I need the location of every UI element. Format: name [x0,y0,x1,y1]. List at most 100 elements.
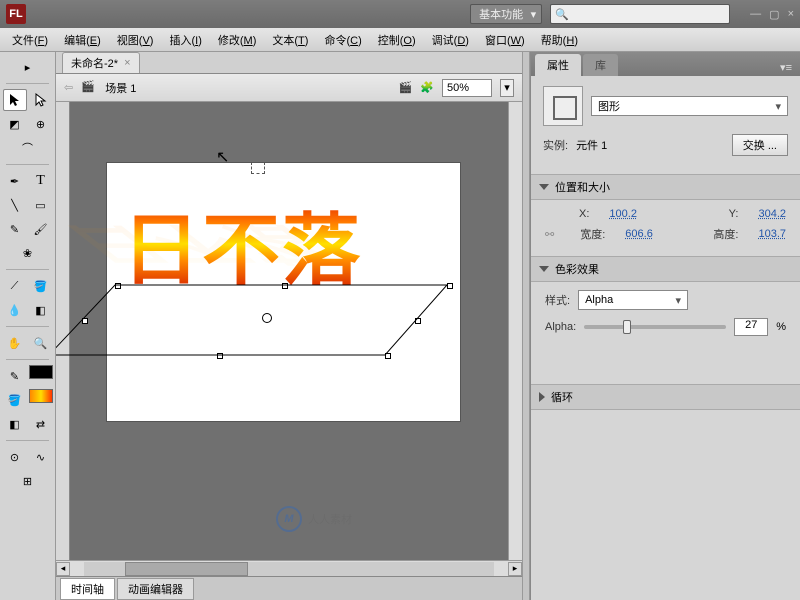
menu-w[interactable]: 窗口(W) [477,29,533,51]
menu-f[interactable]: 文件(F) [4,29,56,51]
y-value[interactable]: 304.2 [758,208,786,220]
x-label: X: [579,208,589,220]
selection-tool[interactable] [3,89,27,111]
menu-bar: 文件(F)编辑(E)视图(V)插入(I)修改(M)文本(T)命令(C)控制(O)… [0,28,800,52]
menu-c[interactable]: 命令(C) [316,29,369,51]
workspace-switcher[interactable]: 基本功能 [470,4,542,24]
transform-center[interactable] [262,313,272,323]
horizontal-scrollbar[interactable]: ◂ ▸ [56,560,522,576]
line-tool[interactable]: ╲ [3,194,27,216]
selection-handle[interactable] [115,283,121,289]
panel-menu-icon[interactable]: ▾≡ [776,59,796,76]
snap-tool[interactable]: ⊙ [3,446,27,468]
hand-tool[interactable]: ✋ [3,332,27,354]
selection-handle[interactable] [82,318,88,324]
selection-handle[interactable] [282,283,288,289]
symbol-type-select[interactable]: 图形 [591,96,788,116]
symbol-type-icon [543,86,583,126]
pen-tool[interactable]: ✒ [3,170,27,192]
back-icon[interactable]: ⇦ [64,81,73,94]
selection-handle[interactable] [447,283,453,289]
option-tool[interactable]: ⊞ [16,470,40,492]
stroke-color-swatch[interactable] [29,365,53,379]
workspace-label: 基本功能 [479,6,523,22]
deco-tool[interactable]: ❀ [16,242,40,264]
ruler-vertical [56,102,70,560]
close-button[interactable]: × [788,8,794,21]
x-value[interactable]: 100.2 [609,208,637,220]
width-value[interactable]: 606.6 [625,228,653,240]
selection-handle[interactable] [415,318,421,324]
close-tab-icon[interactable]: × [124,57,130,69]
collapse-icon[interactable]: ▸ [16,56,40,78]
tab-motion-editor[interactable]: 动画编辑器 [117,578,194,600]
minimize-button[interactable]: — [750,8,761,21]
selection-handle[interactable] [385,353,391,359]
section-color-effect[interactable]: 色彩效果 [531,256,800,282]
tab-library[interactable]: 库 [583,54,618,76]
scroll-right-icon[interactable]: ▸ [508,562,522,576]
search-input[interactable]: 🔍 [550,4,730,24]
fill-color-icon[interactable]: 🪣 [3,389,27,411]
menu-t[interactable]: 文本(T) [264,29,316,51]
canvas[interactable]: 日不落 日不落 ↖ M 人人素材 [56,102,522,560]
tab-timeline[interactable]: 时间轴 [60,578,115,600]
alpha-slider[interactable] [584,325,726,329]
edit-scene-icon[interactable]: 🎬 [399,81,413,94]
eyedropper-tool[interactable]: 💧 [3,299,27,321]
bone-tool[interactable]: ⟋ [3,275,27,297]
text-tool[interactable]: T [29,170,53,192]
tab-properties[interactable]: 属性 [535,54,581,76]
zoom-dropdown[interactable]: ▾ [500,79,514,97]
zoom-input[interactable]: 50% [442,79,492,97]
maximize-button[interactable]: ▢ [769,8,779,21]
section-loop[interactable]: 循环 [531,384,800,410]
pencil-tool[interactable]: ✎ [3,218,27,240]
edit-symbols-icon[interactable]: 🧩 [420,81,434,94]
section-position-size[interactable]: 位置和大小 [531,174,800,200]
menu-m[interactable]: 修改(M) [210,29,265,51]
style-select[interactable]: Alpha [578,290,688,310]
stroke-color-icon[interactable]: ✎ [3,365,27,387]
alpha-unit: % [776,321,786,333]
alpha-input[interactable]: 27 [734,318,768,336]
scene-name: 场景 1 [105,80,136,96]
rectangle-tool[interactable]: ▭ [29,194,53,216]
menu-v[interactable]: 视图(V) [109,29,162,51]
lasso-tool[interactable]: ⌒ [16,137,40,159]
smooth-tool[interactable]: ∿ [29,446,53,468]
height-value[interactable]: 103.7 [758,228,786,240]
fill-color-swatch[interactable] [29,389,53,403]
menu-h[interactable]: 帮助(H) [533,29,586,51]
width-label: 宽度: [580,226,605,242]
document-tab-label: 未命名-2* [71,55,118,71]
alpha-label: Alpha: [545,321,576,333]
vertical-scrollbar[interactable] [508,102,522,560]
menu-o[interactable]: 控制(O) [370,29,424,51]
swap-button[interactable]: 交换 ... [732,134,788,156]
menu-d[interactable]: 调试(D) [424,29,477,51]
black-white-tool[interactable]: ◧ [3,413,27,435]
height-label: 高度: [713,226,738,242]
scroll-thumb[interactable] [125,562,248,576]
swap-colors-tool[interactable]: ⇄ [29,413,53,435]
paint-bucket-tool[interactable]: 🪣 [29,275,53,297]
document-tab[interactable]: 未命名-2* × [62,52,140,73]
scroll-left-icon[interactable]: ◂ [56,562,70,576]
lock-aspect-icon[interactable]: ⚯ [545,228,554,241]
free-transform-tool[interactable]: ◩ [3,113,27,135]
disclosure-icon [539,392,545,402]
watermark: M 人人素材 [276,506,352,532]
zoom-tool[interactable]: 🔍 [29,332,53,354]
eraser-tool[interactable]: ◧ [29,299,53,321]
subselection-tool[interactable] [29,89,53,111]
selection-handle[interactable] [217,353,223,359]
stage[interactable]: 日不落 日不落 [106,162,461,422]
panel-collapse-strip[interactable] [522,52,530,600]
menu-i[interactable]: 插入(I) [161,29,209,51]
menu-e[interactable]: 编辑(E) [56,29,109,51]
slider-thumb[interactable] [623,320,631,334]
document-area: 未命名-2* × ⇦ 🎬 场景 1 🎬 🧩 50% ▾ 日不落 日不落 [56,52,522,600]
brush-tool[interactable]: 🖌 [29,218,53,240]
3d-rotation-tool[interactable]: ⊕ [29,113,53,135]
